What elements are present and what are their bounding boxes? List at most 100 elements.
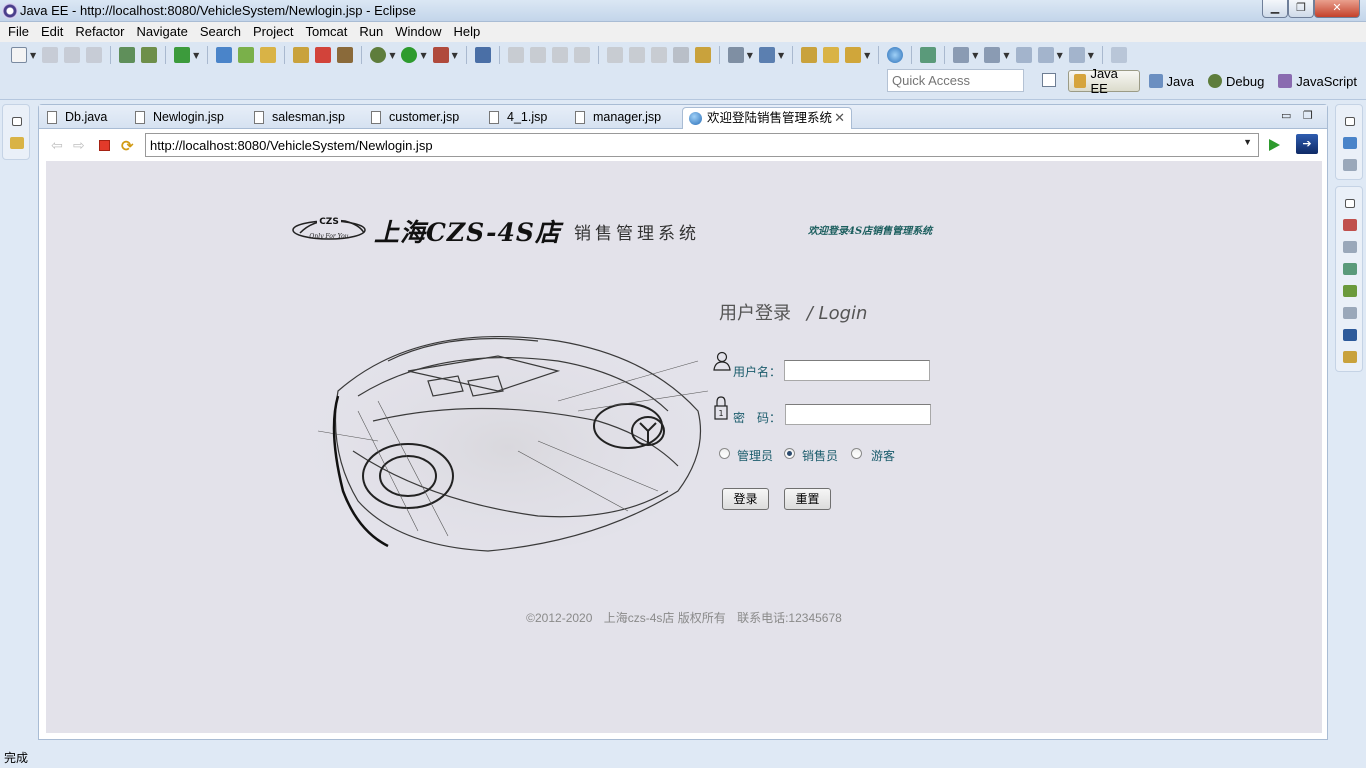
menu-run[interactable]: Run <box>353 22 389 42</box>
save-icon[interactable] <box>42 47 59 63</box>
pin-editor-icon[interactable] <box>1110 47 1127 63</box>
menu-navigate[interactable]: Navigate <box>131 22 194 42</box>
minimize-button[interactable]: ▁ <box>1262 0 1288 18</box>
reset-button[interactable]: 重置 <box>784 488 831 510</box>
toggle-ant-icon[interactable] <box>920 47 937 63</box>
step-over-icon[interactable] <box>628 47 645 63</box>
next-annotation-dropdown-icon[interactable]: ▼ <box>972 51 978 60</box>
open-perspective-icon[interactable] <box>1042 73 1056 87</box>
open-resource-icon[interactable] <box>823 47 840 63</box>
tab-salesman-jsp[interactable]: salesman.jsp <box>248 107 366 129</box>
debug-dropdown-icon[interactable]: ▼ <box>389 51 395 60</box>
tab-newlogin-jsp[interactable]: Newlogin.jsp <box>129 107 247 129</box>
next-annotation-icon[interactable] <box>953 47 970 63</box>
menu-refactor[interactable]: Refactor <box>69 22 130 42</box>
forward-dropdown-icon[interactable]: ▼ <box>1088 51 1094 60</box>
properties-icon[interactable] <box>1343 241 1357 253</box>
menu-search[interactable]: Search <box>194 22 247 42</box>
refresh-icon[interactable]: ⟳ <box>121 137 134 155</box>
new-package-dropdown-icon[interactable]: ▼ <box>778 51 784 60</box>
login-button[interactable]: 登录 <box>722 488 769 510</box>
project-explorer-icon[interactable] <box>10 137 24 149</box>
tab-4-1-jsp[interactable]: 4_1.jsp <box>483 107 571 129</box>
step-return-icon[interactable] <box>650 47 667 63</box>
tomcat-start-icon[interactable] <box>293 47 310 63</box>
menu-window[interactable]: Window <box>389 22 447 42</box>
perspective-java[interactable]: Java <box>1144 70 1199 92</box>
new-class-icon[interactable] <box>216 47 233 63</box>
back-icon[interactable] <box>1037 47 1054 63</box>
new-server-icon[interactable] <box>727 47 744 63</box>
tomcat-restart-icon[interactable] <box>337 47 354 63</box>
drop-to-frame-icon[interactable] <box>672 47 689 63</box>
new-dropdown-icon[interactable]: ▼ <box>30 51 36 60</box>
menu-tomcat[interactable]: Tomcat <box>299 22 353 42</box>
markers-icon[interactable] <box>1343 219 1357 231</box>
close-button[interactable]: ✕ <box>1314 0 1360 18</box>
role-sales-radio[interactable] <box>784 448 795 459</box>
console-icon[interactable] <box>1343 329 1357 341</box>
disconnect-icon[interactable] <box>573 47 590 63</box>
go-icon[interactable] <box>1269 139 1280 151</box>
forward-arrow-icon[interactable]: ⇨ <box>73 138 85 154</box>
perspective-debug[interactable]: Debug <box>1203 70 1269 92</box>
role-admin-radio[interactable] <box>719 448 730 459</box>
run-dropdown-icon[interactable]: ▼ <box>420 51 426 60</box>
minimize-view-icon[interactable]: ▭ <box>1281 109 1291 122</box>
open-type-icon[interactable] <box>801 47 818 63</box>
open-external-browser-icon[interactable]: ➔ <box>1296 134 1318 154</box>
menu-edit[interactable]: Edit <box>35 22 69 42</box>
role-guest-radio[interactable] <box>851 448 862 459</box>
perspective-javascript[interactable]: JavaScript <box>1273 70 1362 92</box>
tab-manager-jsp[interactable]: manager.jsp <box>569 107 681 129</box>
print-icon[interactable] <box>86 47 103 63</box>
new-icon[interactable] <box>11 47 27 63</box>
task-list-icon[interactable] <box>1343 159 1357 171</box>
url-dropdown-icon[interactable]: ▼ <box>1243 137 1252 147</box>
save-all-icon[interactable] <box>64 47 81 63</box>
new-server-dropdown-icon[interactable]: ▼ <box>747 51 753 60</box>
menu-file[interactable]: File <box>2 22 35 42</box>
task-icon[interactable] <box>174 47 191 63</box>
terminate-icon[interactable] <box>551 47 568 63</box>
back-dropdown-icon[interactable]: ▼ <box>1057 51 1063 60</box>
outline-icon[interactable] <box>1343 137 1357 149</box>
username-input[interactable] <box>784 360 930 381</box>
previous-annotation-dropdown-icon[interactable]: ▼ <box>1003 51 1009 60</box>
tomcat-stop-icon[interactable] <box>315 47 332 63</box>
step-into-icon[interactable] <box>606 47 623 63</box>
deploy-icon[interactable] <box>119 47 136 63</box>
servers-icon[interactable] <box>1343 263 1357 275</box>
search-tool-dropdown-icon[interactable]: ▼ <box>864 51 870 60</box>
last-edit-icon[interactable] <box>1015 47 1032 63</box>
restore-icon[interactable] <box>1345 199 1355 208</box>
maximize-button[interactable]: ❐ <box>1288 0 1314 18</box>
maximize-view-icon[interactable]: ❐ <box>1303 109 1313 122</box>
debug-icon[interactable] <box>370 47 387 63</box>
new-file-icon[interactable] <box>260 47 277 63</box>
menu-help[interactable]: Help <box>448 22 487 42</box>
tab-web-browser[interactable]: 欢迎登陆销售管理系统 ✕ <box>682 107 852 129</box>
password-input[interactable] <box>785 404 931 425</box>
data-source-icon[interactable] <box>1343 285 1357 297</box>
tab-db-java[interactable]: Db.java <box>41 107 133 129</box>
restore-icon[interactable] <box>1345 117 1355 126</box>
tab-customer-jsp[interactable]: customer.jsp <box>365 107 483 129</box>
skip-breakpoints-icon[interactable] <box>474 47 491 63</box>
quick-access-input[interactable] <box>887 69 1024 92</box>
search-tool-icon[interactable] <box>845 47 862 63</box>
progress-icon[interactable] <box>1343 351 1357 363</box>
snippets-icon[interactable] <box>1343 307 1357 319</box>
new-package-icon[interactable] <box>758 47 775 63</box>
web-browser-icon[interactable] <box>887 47 904 63</box>
task-dropdown-icon[interactable]: ▼ <box>193 51 199 60</box>
use-step-filters-icon[interactable] <box>694 47 711 63</box>
back-arrow-icon[interactable]: ⇦ <box>51 138 63 154</box>
external-tools-icon[interactable] <box>432 47 449 63</box>
forward-icon[interactable] <box>1068 47 1085 63</box>
menu-project[interactable]: Project <box>247 22 299 42</box>
new-junit-icon[interactable] <box>238 47 255 63</box>
suspend-icon[interactable] <box>529 47 546 63</box>
previous-annotation-icon[interactable] <box>984 47 1001 63</box>
server-icon[interactable] <box>141 47 158 63</box>
